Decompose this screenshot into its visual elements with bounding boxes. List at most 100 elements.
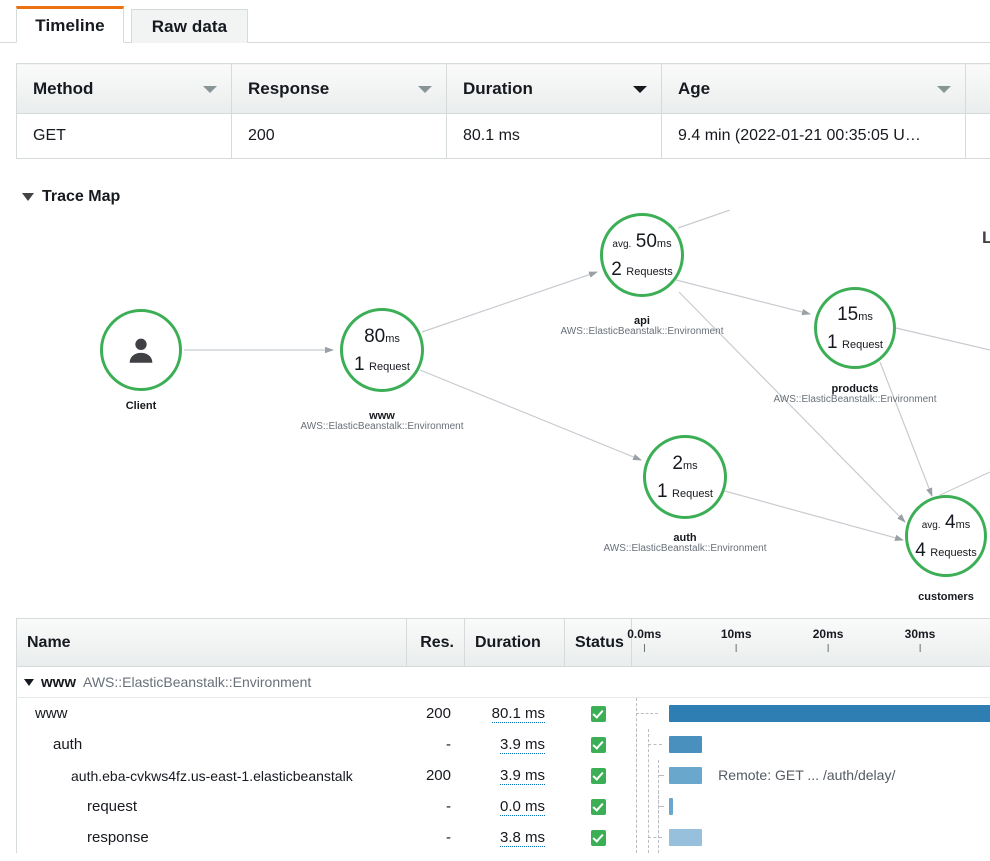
- segment-bar-cell: Remote: GET ... /auth/delay/: [632, 760, 990, 791]
- trace-node-auth-duration: 2ms: [672, 454, 697, 473]
- tree-connector: [636, 713, 658, 714]
- segment-name: www: [17, 705, 407, 722]
- prefix: avg.: [922, 520, 941, 531]
- status-ok-icon[interactable]: [591, 706, 606, 722]
- trace-node-www-requests: 1 Request: [354, 355, 410, 374]
- axis-tick-label: 20ms: [813, 627, 844, 641]
- table-row[interactable]: auth.eba-cvkws4fz.us-east-1.elasticbeans…: [16, 760, 990, 791]
- table-row[interactable]: auth - 3.9 ms: [16, 729, 990, 760]
- segment-res: -: [407, 829, 465, 846]
- duration-bar[interactable]: [669, 767, 703, 784]
- segment-name: auth.eba-cvkws4fz.us-east-1.elasticbeans…: [17, 768, 407, 784]
- trace-node-client-label: Client: [126, 400, 157, 412]
- trace-node-customers-duration: avg. 4ms: [922, 513, 971, 532]
- trace-node-products-duration: 15ms: [837, 305, 873, 324]
- column-header-age-label: Age: [678, 79, 710, 98]
- xray-trace-details-page: Timeline Raw data Method Response Durati…: [0, 0, 990, 861]
- value: 15: [837, 304, 858, 325]
- segment-status: [565, 768, 632, 784]
- column-header-method[interactable]: Method: [17, 64, 232, 114]
- segment-res: -: [407, 798, 465, 815]
- sort-caret-icon[interactable]: [203, 86, 217, 93]
- trace-node-www[interactable]: 80ms 1 Request: [340, 308, 424, 392]
- count: 1: [354, 354, 365, 375]
- table-row[interactable]: GET 200 80.1 ms 9.4 min (2022-01-21 00:3…: [17, 114, 990, 159]
- count: 1: [657, 481, 668, 502]
- tree-connector: [636, 729, 637, 853]
- axis-tick-mark: [736, 644, 737, 652]
- trace-node-api[interactable]: avg. 50ms 2 Requests: [600, 213, 684, 297]
- segment-duration-link[interactable]: 80.1 ms: [492, 705, 545, 723]
- segment-bar-cell: [632, 822, 990, 853]
- trace-node-www-sub: AWS::ElasticBeanstalk::Environment: [300, 421, 463, 432]
- summary-header-row: Method Response Duration Age: [17, 64, 990, 114]
- segment-duration-link[interactable]: 3.9 ms: [500, 736, 545, 754]
- table-row[interactable]: response - 3.8 ms: [16, 822, 990, 853]
- tab-raw-data[interactable]: Raw data: [131, 9, 248, 43]
- status-ok-icon[interactable]: [591, 768, 606, 784]
- segment-duration-link[interactable]: 3.8 ms: [500, 829, 545, 847]
- segment-status: [565, 830, 632, 846]
- unit: ms: [956, 519, 971, 531]
- trace-node-api-requests: 2 Requests: [611, 260, 673, 279]
- duration-bar[interactable]: [669, 798, 673, 815]
- column-header-duration[interactable]: Duration: [447, 64, 662, 114]
- column-header-status[interactable]: Status: [565, 619, 632, 666]
- status-ok-icon[interactable]: [591, 830, 606, 846]
- trace-node-customers-label: customers: [918, 591, 974, 603]
- tree-connector: [658, 806, 664, 807]
- chevron-down-icon[interactable]: [24, 679, 34, 686]
- axis-tick-mark: [920, 644, 921, 652]
- column-header-name-label: Name: [27, 634, 71, 652]
- column-header-response[interactable]: Response: [232, 64, 447, 114]
- status-ok-icon[interactable]: [591, 737, 606, 753]
- segment-duration-link[interactable]: 3.9 ms: [500, 767, 545, 785]
- column-header-method-label: Method: [33, 79, 93, 98]
- sort-caret-icon[interactable]: [937, 86, 951, 93]
- tab-raw-data-label: Raw data: [152, 17, 227, 37]
- trace-node-customers-requests: 4 Requests: [915, 541, 977, 560]
- trace-map-section-toggle[interactable]: Trace Map: [22, 188, 120, 206]
- value: 80: [364, 326, 385, 347]
- segment-duration-link[interactable]: 0.0 ms: [500, 798, 545, 816]
- table-row[interactable]: request - 0.0 ms: [16, 791, 990, 822]
- trace-node-auth[interactable]: 2ms 1 Request: [643, 435, 727, 519]
- value: 50: [636, 231, 657, 252]
- count: 2: [611, 259, 622, 280]
- status-ok-icon[interactable]: [591, 799, 606, 815]
- tab-bar: Timeline Raw data: [0, 0, 990, 43]
- column-header-name[interactable]: Name: [17, 619, 407, 666]
- segment-group-row-www[interactable]: www AWS::ElasticBeanstalk::Environment: [16, 667, 990, 698]
- trace-node-customers[interactable]: avg. 4ms 4 Requests: [905, 495, 987, 577]
- duration-bar[interactable]: [669, 705, 990, 722]
- cell-method: GET: [17, 114, 232, 159]
- axis-tick-label: 30ms: [905, 627, 936, 641]
- column-header-overflow[interactable]: [966, 64, 990, 114]
- tree-connector: [658, 775, 664, 776]
- column-header-seg-duration[interactable]: Duration: [465, 619, 565, 666]
- segment-header-row: Name Res. Duration Status 0.0ms 10ms 20m…: [16, 618, 990, 667]
- count-unit: Request: [369, 361, 410, 373]
- trace-map-title: Trace Map: [42, 188, 120, 206]
- duration-bar[interactable]: [669, 736, 703, 753]
- segment-bar-cell: [632, 698, 990, 729]
- axis-tick: 10ms: [721, 627, 752, 652]
- person-icon: [124, 333, 158, 367]
- sort-caret-icon[interactable]: [418, 86, 432, 93]
- value: 4: [945, 512, 956, 533]
- tab-timeline-label: Timeline: [35, 16, 104, 36]
- column-header-seg-duration-label: Duration: [475, 634, 541, 652]
- trace-map-canvas: Client 80ms 1 Request www AWS::ElasticBe…: [0, 210, 990, 610]
- column-header-age[interactable]: Age: [662, 64, 966, 114]
- segment-res: 200: [407, 767, 465, 784]
- trace-node-products[interactable]: 15ms 1 Request: [814, 287, 896, 369]
- cell-duration: 80.1 ms: [447, 114, 662, 159]
- sort-caret-icon[interactable]: [633, 86, 647, 93]
- cell-response: 200: [232, 114, 447, 159]
- table-row[interactable]: www 200 80.1 ms: [16, 698, 990, 729]
- segment-duration: 80.1 ms: [465, 705, 565, 723]
- trace-node-client[interactable]: [100, 309, 182, 391]
- duration-bar[interactable]: [669, 829, 703, 846]
- tab-timeline[interactable]: Timeline: [16, 6, 124, 43]
- column-header-res[interactable]: Res.: [407, 619, 465, 666]
